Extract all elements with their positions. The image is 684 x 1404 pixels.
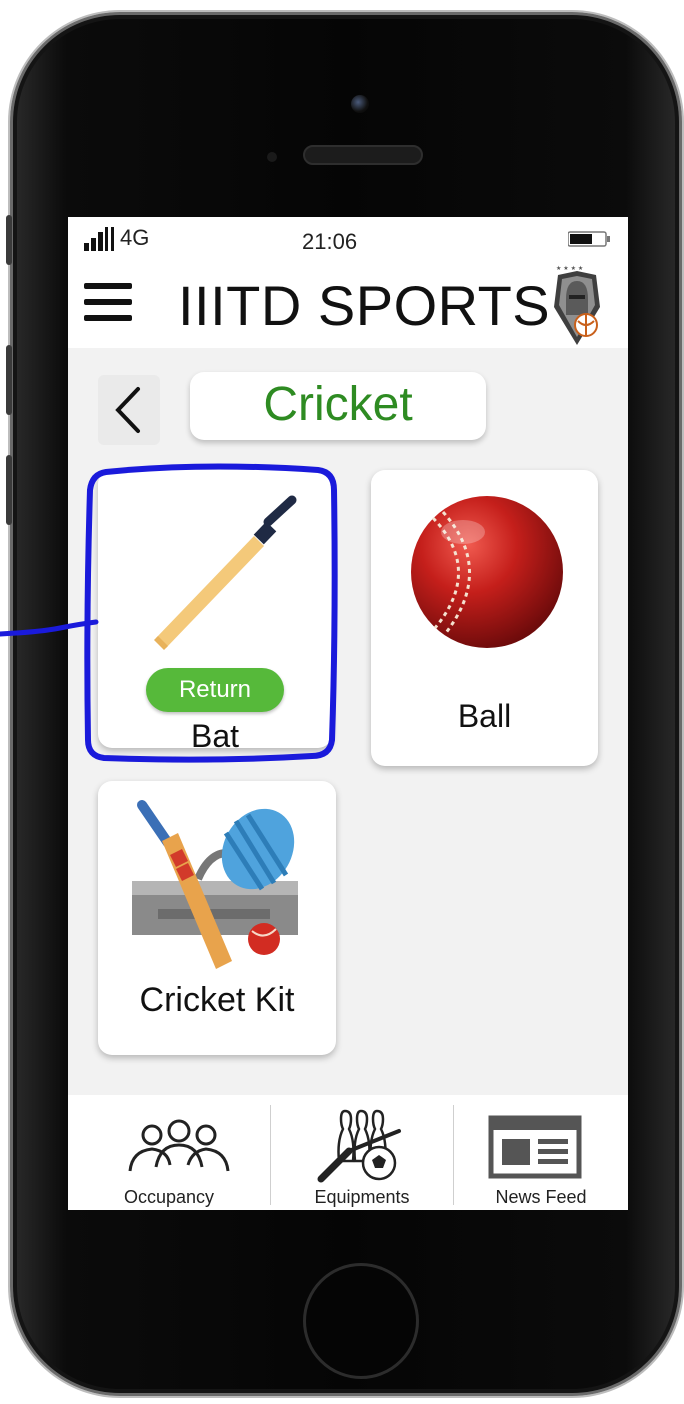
phone-screen: 4G 21:06 IIITD SPORTS ★ ★ ★ ★ Cricket Re…	[68, 217, 628, 1210]
silent-switch	[6, 215, 12, 265]
equipment-card-bat[interactable]: Return Bat	[98, 470, 332, 754]
bottom-navigation: Occupancy Equipments News Feed	[68, 1095, 628, 1210]
return-button[interactable]: Return	[146, 668, 284, 712]
equipment-icon	[317, 1109, 401, 1183]
card-label-cricket-kit: Cricket Kit	[139, 981, 295, 1019]
sports-logo: ★ ★ ★ ★	[554, 265, 600, 345]
chevron-left-icon	[115, 387, 140, 433]
battery-icon	[568, 231, 610, 247]
back-button[interactable]	[98, 375, 160, 445]
front-camera	[351, 95, 369, 113]
card-label-bat: Bat	[190, 718, 240, 754]
equipment-card-cricket-kit[interactable]: Cricket Kit	[98, 781, 336, 1055]
nav-label-news-feed: News Feed	[495, 1187, 587, 1207]
volume-down-button	[6, 455, 12, 525]
network-type: 4G	[120, 225, 150, 250]
hamburger-menu-icon[interactable]	[84, 281, 132, 323]
signal-strength-icon	[84, 227, 114, 251]
volume-up-button	[6, 345, 12, 415]
nav-news-feed[interactable]: News Feed	[454, 1095, 628, 1210]
proximity-sensor	[267, 152, 277, 162]
nav-label-occupancy: Occupancy	[123, 1187, 215, 1207]
newspaper-icon	[488, 1115, 582, 1179]
nav-occupancy[interactable]: Occupancy	[68, 1095, 270, 1210]
nav-label-equipments: Equipments	[314, 1187, 410, 1207]
home-button[interactable]	[303, 1263, 419, 1379]
app-title: IIITD SPORTS	[178, 274, 551, 337]
nav-equipments[interactable]: Equipments	[271, 1095, 453, 1210]
page-title: Cricket	[190, 372, 486, 440]
card-label-ball: Ball	[457, 698, 512, 734]
equipment-card-ball[interactable]: Ball	[371, 470, 598, 766]
earpiece-speaker	[303, 145, 423, 165]
status-bar: 4G 21:06	[68, 217, 628, 255]
app-header: IIITD SPORTS ★ ★ ★ ★	[68, 255, 628, 348]
status-time: 21:06	[302, 229, 358, 254]
svg-text:★ ★ ★ ★: ★ ★ ★ ★	[556, 265, 583, 272]
people-icon	[128, 1119, 230, 1172]
